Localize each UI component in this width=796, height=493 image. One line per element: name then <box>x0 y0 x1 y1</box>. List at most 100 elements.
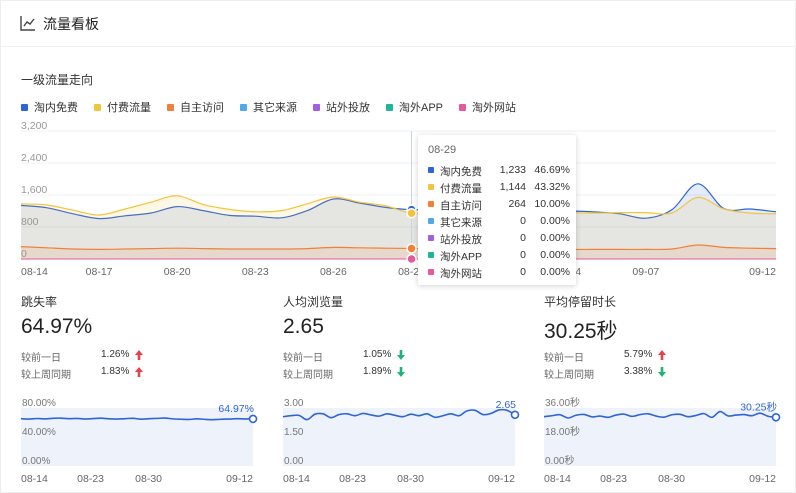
tooltip-percent: 46.69% <box>534 164 570 176</box>
tooltip-value: 0 <box>520 215 526 227</box>
tooltip-series-name: 淘内免费 <box>440 166 482 178</box>
metric-label: 人均浏览量 <box>283 295 344 309</box>
y-tick-label: 1.50 <box>284 427 304 438</box>
tooltip-percent: 0.00% <box>540 266 570 278</box>
y-tick-label: 2,400 <box>21 152 47 164</box>
tooltip-percent: 0.00% <box>540 215 570 227</box>
arrow-up-icon <box>658 350 666 360</box>
y-tick-label: 0.00 <box>284 456 304 467</box>
metric-sparkline-chart[interactable]: 80.00% 40.00% 0.00% 64.97% 08-14 08-23 08-30 09… <box>21 396 266 491</box>
section-title: 一级流量走向 <box>21 73 94 87</box>
tooltip-percent: 43.32% <box>534 181 570 193</box>
tooltip-swatch <box>428 269 434 275</box>
x-tick-label: 09-12 <box>749 473 776 485</box>
legend-item[interactable]: 站外投放 <box>313 100 370 114</box>
metric-value: 64.97% <box>21 315 93 338</box>
day-compare-label: 较前一日 <box>283 353 323 364</box>
x-tick-label: 09-12 <box>749 266 776 278</box>
day-compare-value: 5.79% <box>624 349 653 360</box>
y-tick-label: 3.00 <box>284 398 304 409</box>
tooltip-value: 0 <box>520 232 526 244</box>
x-tick-label: 08-23 <box>77 473 104 485</box>
x-tick-label: 08-23 <box>339 473 366 485</box>
legend-item[interactable]: 自主访问 <box>167 100 224 114</box>
x-tick-label: 08-17 <box>86 266 113 278</box>
week-compare-value: 1.83% <box>101 366 130 377</box>
arrow-down-icon <box>397 367 405 377</box>
day-compare-row: 较前一日 1.26% <box>21 349 171 364</box>
sparkline-end-label: 64.97% <box>218 403 254 415</box>
day-compare-label: 较前一日 <box>21 353 61 364</box>
tooltip-series-name: 淘外网站 <box>440 268 482 280</box>
x-tick-label: 08-30 <box>658 473 685 485</box>
tooltip-swatch <box>428 167 434 173</box>
tooltip-series-name: 其它来源 <box>440 217 482 229</box>
tooltip-percent: 0.00% <box>540 249 570 261</box>
legend-item[interactable]: 付费流量 <box>94 100 151 114</box>
tooltip-series-name: 付费流量 <box>440 183 482 195</box>
x-tick-label: 08-23 <box>242 266 269 278</box>
y-tick-label: 40.00% <box>22 427 56 438</box>
metric-sparkline-chart[interactable]: 36.00秒 18.00秒 0.00秒 30.25秒 08-14 08-23 08-30 09… <box>544 396 789 491</box>
legend-label: 站外投放 <box>326 102 370 114</box>
x-tick-label: 09-12 <box>226 473 253 485</box>
hover-point <box>406 207 417 219</box>
sparkline-end-point <box>248 414 258 424</box>
x-tick-label: 09-12 <box>488 473 515 485</box>
arrow-up-icon <box>135 367 143 377</box>
legend-item[interactable]: 淘外网站 <box>459 100 516 114</box>
tooltip-row: 淘外网站 0 0.00% <box>428 266 570 280</box>
tooltip-swatch <box>428 252 434 258</box>
tooltip-date: 08-29 <box>428 144 457 156</box>
metric-label: 平均停留时长 <box>544 295 617 309</box>
tooltip-value: 1,144 <box>499 181 526 193</box>
y-tick-label: 18.00秒 <box>545 425 580 438</box>
line-chart-icon <box>20 16 35 31</box>
metric-card: 平均停留时长 30.25秒较前一日 5.79% 较上周同期 3.38% <box>544 293 794 381</box>
legend-label: 淘内免费 <box>34 102 78 114</box>
tooltip-swatch <box>428 201 434 207</box>
legend-swatch <box>240 103 247 111</box>
metric-value: 30.25秒 <box>544 320 618 343</box>
week-compare-label: 较上周同期 <box>21 370 71 381</box>
x-tick-label: 08-14 <box>544 473 571 485</box>
week-compare-value: 3.38% <box>624 366 653 377</box>
legend-swatch <box>21 103 28 111</box>
tooltip-row: 自主访问 264 10.00% <box>428 198 570 212</box>
tooltip-value: 0 <box>520 249 526 261</box>
chart-legend: 淘内免费 付费流量 自主访问 其它来源 站外投放 淘外APP 淘外网站 <box>21 100 532 114</box>
sparkline-end-label: 30.25秒 <box>740 400 777 413</box>
tooltip-series-name: 自主访问 <box>440 200 482 212</box>
day-compare-row: 较前一日 5.79% <box>544 349 694 364</box>
y-tick-label: 0.00秒 <box>545 454 574 467</box>
legend-item[interactable]: 淘外APP <box>386 100 443 114</box>
legend-item[interactable]: 其它来源 <box>240 100 297 114</box>
legend-label: 淘外APP <box>399 102 444 114</box>
tooltip-series-name: 淘外APP <box>440 251 483 263</box>
week-compare-row: 较上周同期 1.83% <box>21 366 171 381</box>
legend-label: 自主访问 <box>180 102 224 114</box>
x-tick-label: 08-26 <box>320 266 347 278</box>
x-tick-label: 09-07 <box>632 266 659 278</box>
tooltip-row: 其它来源 0 0.00% <box>428 215 570 229</box>
traffic-area-chart[interactable]: 3,2002,4001,600800008-1408-1708-2008-230… <box>1 121 796 281</box>
legend-swatch <box>386 103 393 111</box>
day-compare-value: 1.05% <box>363 349 392 360</box>
tooltip-value: 264 <box>508 198 526 210</box>
metric-value: 2.65 <box>283 315 324 338</box>
legend-label: 付费流量 <box>107 102 151 114</box>
metric-sparkline-chart[interactable]: 3.00 1.50 0.00 2.65 08-14 08-23 08-30 09-12 <box>283 396 528 491</box>
tooltip-row: 站外投放 0 0.00% <box>428 232 570 246</box>
page-title: 流量看板 <box>43 16 99 32</box>
tooltip-swatch <box>428 235 434 241</box>
metric-label: 跳失率 <box>21 295 58 309</box>
day-compare-row: 较前一日 1.05% <box>283 349 433 364</box>
tooltip-value: 0 <box>520 266 526 278</box>
week-compare-row: 较上周同期 3.38% <box>544 366 694 381</box>
legend-item[interactable]: 淘内免费 <box>21 100 78 114</box>
legend-label: 淘外网站 <box>472 102 517 114</box>
legend-swatch <box>313 103 320 111</box>
arrow-down-icon <box>658 367 666 377</box>
tooltip-row: 付费流量 1,144 43.32% <box>428 181 570 195</box>
y-tick-label: 1,600 <box>21 184 47 196</box>
